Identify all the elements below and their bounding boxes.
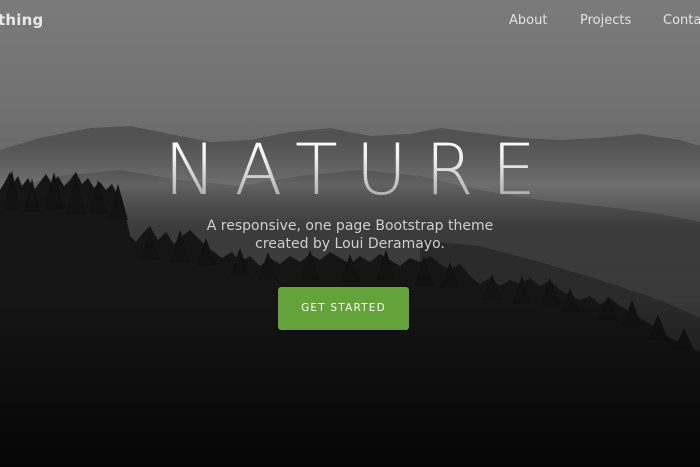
hero-subtitle-line-2: created by Loui Deramayo. [255,236,445,252]
nav-link-about[interactable]: About [509,13,547,28]
nav-link-contact[interactable]: Contac [663,13,700,28]
nav-link-projects[interactable]: Projects [580,13,631,28]
hero-title: NATURE [0,126,700,214]
hero-subtitle-line-1: A responsive, one page Bootstrap theme [206,218,494,234]
top-navbar: thing About Projects Contac [0,0,700,42]
brand-logo-text[interactable]: thing [0,11,43,29]
landing-page: thing About Projects Contac NATURE A res… [0,0,700,467]
get-started-button[interactable]: GET STARTED [278,287,409,330]
